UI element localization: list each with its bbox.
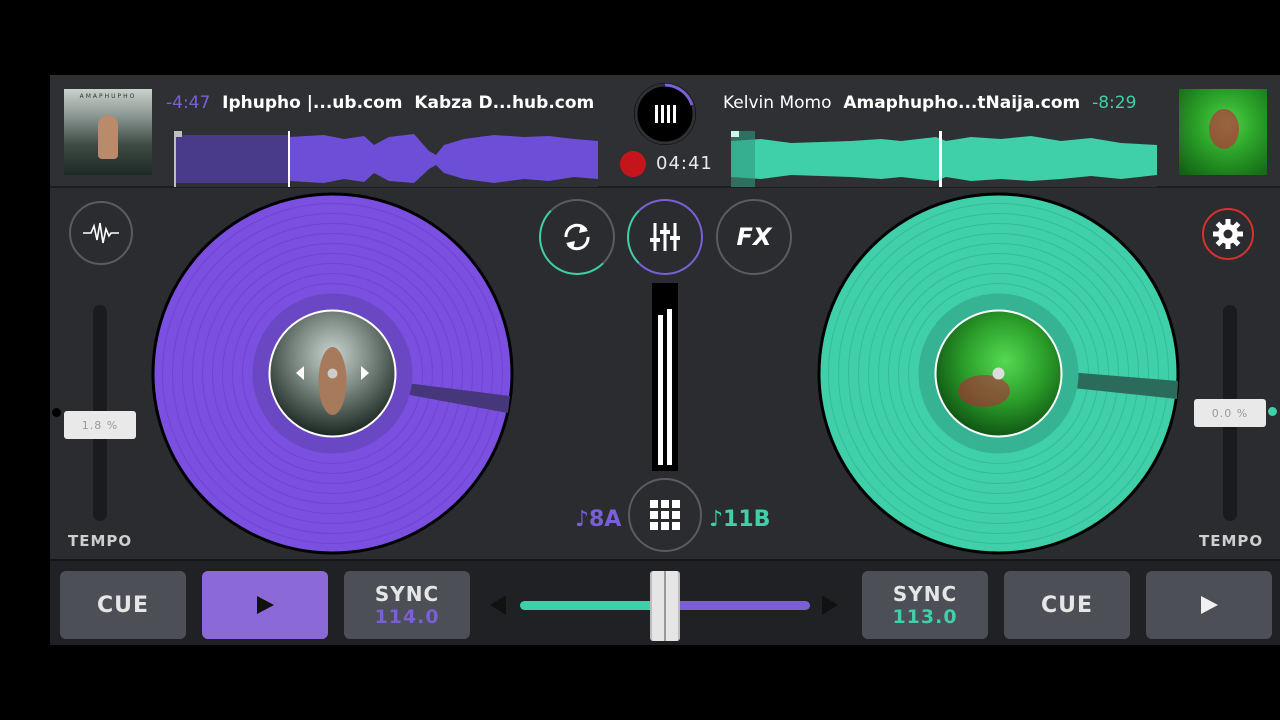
pads-button[interactable] (628, 478, 702, 552)
deck-b-track-info: Kelvin Momo Amaphupho...tNaija.com -8:29 (723, 93, 1136, 113)
deck-a-cue-button[interactable]: CUE (60, 571, 186, 639)
track-header: AMAPHUPHO -4:47 Iphupho |...ub.com Kabza… (50, 75, 1280, 188)
vu-bar-right (667, 309, 672, 465)
deck-a-remaining-time: -4:47 (166, 93, 211, 113)
deck-b-cue-button[interactable]: CUE (1004, 571, 1130, 639)
deck-a-tempo-label: TEMPO (68, 532, 133, 550)
crossfader-left-icon[interactable] (490, 595, 506, 615)
crossfader-track-a (520, 601, 668, 610)
deck-a-sync-button[interactable]: SYNC 114.0 (344, 571, 470, 639)
record-time: 04:41 (656, 153, 713, 174)
crossfader-track-b (668, 601, 810, 610)
fx-button[interactable]: FX (716, 199, 792, 275)
deck-a-pitch-handle[interactable]: 1.8 % (64, 411, 136, 439)
sync-loop-button[interactable] (539, 199, 615, 275)
deck-a-key: ♪8A (575, 507, 622, 532)
mixer-button[interactable] (627, 199, 703, 275)
vu-bar-left (658, 315, 663, 465)
deck-a-pitch-marker (52, 408, 61, 417)
gear-icon (1213, 219, 1243, 249)
deck-a-play-button[interactable] (202, 571, 328, 639)
vu-meter (652, 283, 678, 471)
fx-label: FX (736, 223, 772, 251)
deck-a-sync-label: SYNC (374, 582, 440, 606)
deck-a-track-artist: Kabza D...hub.com (414, 93, 595, 113)
deck-a-cue-label: CUE (96, 592, 150, 618)
cover-figure (98, 115, 118, 159)
settings-button[interactable] (1202, 208, 1254, 260)
crossfader[interactable] (490, 571, 840, 641)
menu-button[interactable] (634, 83, 696, 145)
deck-b-sync-label: SYNC (892, 582, 958, 606)
deck-b-track-artist: Kelvin Momo (723, 93, 832, 113)
transport-bar: CUE SYNC 114.0 SYNC 113.0 CUE (50, 559, 1280, 645)
crossfader-right-icon[interactable] (822, 595, 838, 615)
deck-b-track-title: Amaphupho...tNaija.com (843, 93, 1081, 113)
play-icon (1201, 596, 1218, 614)
deck-a-bpm: 114.0 (374, 606, 440, 628)
play-icon (257, 596, 274, 614)
sliders-icon (650, 223, 680, 251)
deck-b-pitch-handle[interactable]: 0.0 % (1194, 399, 1266, 427)
label-figure (318, 347, 347, 415)
deck-a-track-info: -4:47 Iphupho |...ub.com Kabza D...hub.c… (166, 93, 594, 113)
deck-b-turntable[interactable] (816, 191, 1181, 556)
waveform-view-button[interactable] (69, 201, 133, 265)
deck-b-waveform[interactable] (731, 131, 1157, 187)
dj-app: AMAPHUPHO -4:47 Iphupho |...ub.com Kabza… (50, 75, 1280, 645)
waveform-icon (83, 222, 119, 244)
deck-b-sync-button[interactable]: SYNC 113.0 (862, 571, 988, 639)
refresh-icon (564, 223, 590, 251)
deck-b-pitch-marker (1268, 407, 1277, 416)
deck-a-cover-title: AMAPHUPHO (79, 93, 137, 100)
deck-b-play-button[interactable] (1146, 571, 1272, 639)
record-button[interactable] (620, 151, 646, 177)
deck-b-tempo-label: TEMPO (1199, 532, 1264, 550)
deck-b-remaining-time: -8:29 (1092, 93, 1137, 113)
deck-a-track-title: Iphupho |...ub.com (222, 93, 403, 113)
deck-b-cover-art[interactable] (1179, 89, 1267, 175)
deck-b-cue-label: CUE (1040, 592, 1094, 618)
deck-a-waveform[interactable] (174, 131, 598, 187)
deck-a-turntable[interactable] (150, 191, 515, 556)
cover-figure (1209, 109, 1239, 149)
deck-b-bpm: 113.0 (892, 606, 958, 628)
grid-icon (650, 500, 680, 530)
deck-a-cover-art[interactable]: AMAPHUPHO (64, 89, 152, 175)
deck-b-key: ♪11B (709, 507, 771, 532)
crossfader-handle[interactable] (650, 571, 680, 641)
